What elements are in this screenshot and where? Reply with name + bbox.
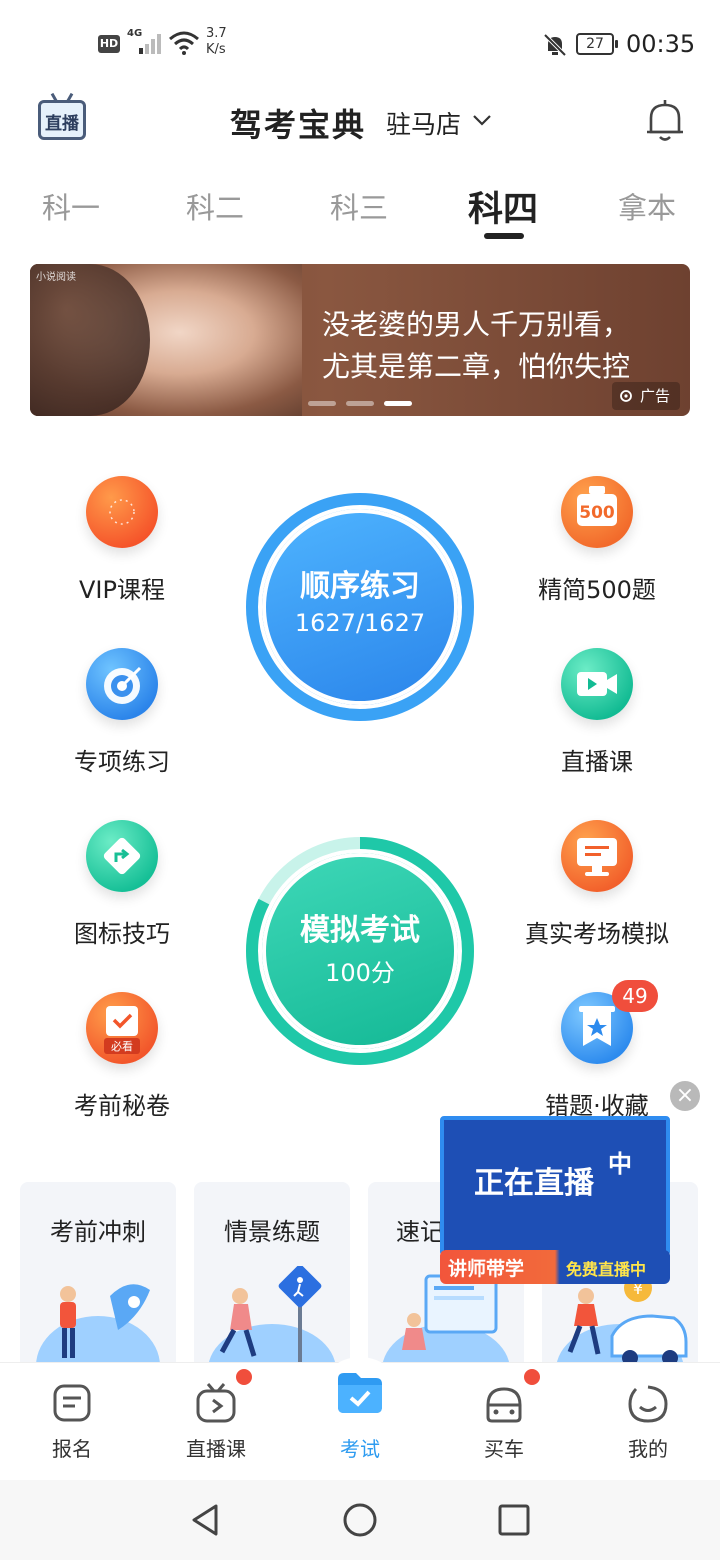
target-icon (86, 648, 158, 720)
live-badge-label: 直播 (45, 114, 79, 134)
banner-line-1: 没老婆的男人千万别看， (322, 308, 631, 341)
signal-icon (139, 34, 161, 54)
nav-mine-label: 我的 (628, 1437, 668, 1461)
sequential-practice-button[interactable]: 顺序练习 1627/1627 (244, 491, 476, 723)
real-exam-entry[interactable]: 真实考场模拟 (497, 820, 697, 949)
banner-image (30, 264, 302, 416)
live-now-popup[interactable]: 正在直播 中 讲师带学 免费直播中 (440, 1116, 670, 1284)
battery-icon: 27 (576, 33, 618, 55)
nav-signup[interactable]: 报名 (0, 1363, 144, 1481)
nav-buy-car-dot (524, 1369, 540, 1385)
system-nav-bar (0, 1480, 720, 1560)
home-icon[interactable] (342, 1502, 378, 1538)
pager-dot-active (384, 401, 412, 406)
pager-dot (346, 401, 374, 406)
close-icon[interactable]: × (670, 1081, 700, 1111)
secret-badge-text: 必看 (111, 1039, 133, 1053)
mistakes-entry[interactable]: 错题·收藏 (497, 992, 697, 1121)
mock-exam-title: 模拟考试 (300, 913, 420, 948)
signs-label: 图标技巧 (74, 920, 170, 948)
special-practice-entry[interactable]: 专项练习 (22, 648, 222, 777)
banner-source: 小说阅读 (36, 272, 76, 283)
banner-headline: 没老婆的男人千万别看， 尤其是第二章，怕你失控 (322, 304, 682, 388)
nav-exam[interactable]: 考试 (288, 1363, 432, 1481)
wifi-icon (169, 31, 199, 55)
practice-progress: 1627/1627 (294, 609, 426, 637)
bell-icon[interactable] (644, 98, 686, 144)
monitor-icon (561, 820, 633, 892)
mistakes-count-badge: 49 (612, 980, 658, 1012)
live-now-sup: 中 (608, 1150, 632, 1178)
nav-buy-car-label: 买车 (484, 1437, 524, 1461)
tab-subject-2[interactable]: 科二 (186, 185, 244, 227)
card-sprint[interactable]: 考前冲刺 (20, 1182, 176, 1382)
car-icon (486, 1387, 522, 1423)
live-strip-right: 免费直播中 (566, 1260, 647, 1279)
app-title: 驾考宝典 (230, 106, 367, 144)
card-sprint-title: 考前冲刺 (50, 1218, 146, 1246)
secret-paper-entry[interactable]: 必看 考前秘卷 (22, 992, 222, 1121)
tab-subject-1[interactable]: 科一 (42, 185, 100, 227)
card-scenario[interactable]: 情景练题 (194, 1182, 350, 1382)
mock-exam-button[interactable]: 模拟考试 100分 (244, 835, 476, 1067)
live-strip-left: 讲师带学 (448, 1258, 525, 1280)
exam-folder-icon (338, 1373, 382, 1413)
vip-course-entry[interactable]: VIP课程 (22, 476, 222, 605)
tv-icon (196, 1383, 236, 1423)
status-bar: HD 4G 3.7 K/s 27 00:35 (0, 0, 720, 90)
form-icon (53, 1384, 91, 1422)
smile-icon (628, 1385, 668, 1423)
clock: 00:35 (626, 30, 696, 58)
card-scenario-title: 情景练题 (224, 1218, 320, 1246)
recents-icon[interactable] (496, 1502, 532, 1538)
ad-target-icon (620, 390, 632, 402)
hd-icon: HD (98, 35, 120, 53)
nav-exam-label: 考试 (340, 1437, 380, 1461)
live-tv-button[interactable]: 直播 (38, 92, 86, 140)
city-selector[interactable]: 驻马店 (386, 105, 461, 141)
back-icon[interactable] (188, 1502, 224, 1538)
ad-banner[interactable]: 小说阅读 没老婆的男人千万别看， 尤其是第二章，怕你失控 广告 (30, 264, 690, 416)
ad-label: 广告 (639, 387, 670, 405)
chevron-down-icon[interactable] (470, 108, 494, 132)
mock-exam-score: 100分 (325, 959, 395, 987)
road-sign-icon (86, 820, 158, 892)
ad-tag[interactable]: 广告 (611, 382, 680, 410)
secret-label: 考前秘卷 (74, 1092, 170, 1120)
nav-signup-label: 报名 (52, 1437, 92, 1461)
practice-core (262, 509, 458, 705)
book-500-icon: 500 (561, 476, 633, 548)
nav-live-label: 直播课 (186, 1437, 246, 1461)
mute-bell-icon (543, 33, 567, 57)
video-icon (561, 648, 633, 720)
tab-subject-3[interactable]: 科三 (330, 185, 388, 227)
tab-license[interactable]: 拿本 (618, 185, 676, 227)
real-exam-label: 真实考场模拟 (525, 920, 669, 948)
tab-subject-4[interactable]: 科四 (468, 181, 538, 232)
bottom-nav: 报名 直播课 考试 买车 我的 (0, 1357, 720, 1481)
live-now-text: 正在直播 (474, 1166, 594, 1201)
sign-tips-entry[interactable]: 图标技巧 (22, 820, 222, 949)
vip-icon (86, 476, 158, 548)
pager-dot (308, 401, 336, 406)
tab-indicator (484, 233, 524, 239)
banner-pager (308, 401, 418, 407)
subject-tabs: 科一 科二 科三 科四 拿本 (0, 185, 720, 245)
nav-live-dot (236, 1369, 252, 1385)
select500-entry[interactable]: 500 精简500题 (497, 476, 697, 605)
special-label: 专项练习 (74, 748, 170, 776)
practice-title: 顺序练习 (300, 569, 420, 604)
nav-mine[interactable]: 我的 (576, 1363, 720, 1481)
live-label: 直播课 (561, 748, 633, 776)
network-speed: 3.7 K/s (206, 26, 227, 57)
live-course-entry[interactable]: 直播课 (497, 648, 697, 777)
mock-exam-core (262, 853, 458, 1049)
select500-label: 精简500题 (538, 576, 656, 604)
vip-label: VIP课程 (79, 576, 165, 604)
select500-number: 500 (579, 503, 615, 523)
nav-live[interactable]: 直播课 (144, 1363, 288, 1481)
nav-buy-car[interactable]: 买车 (432, 1363, 576, 1481)
clipboard-check-icon: 必看 (86, 992, 158, 1064)
